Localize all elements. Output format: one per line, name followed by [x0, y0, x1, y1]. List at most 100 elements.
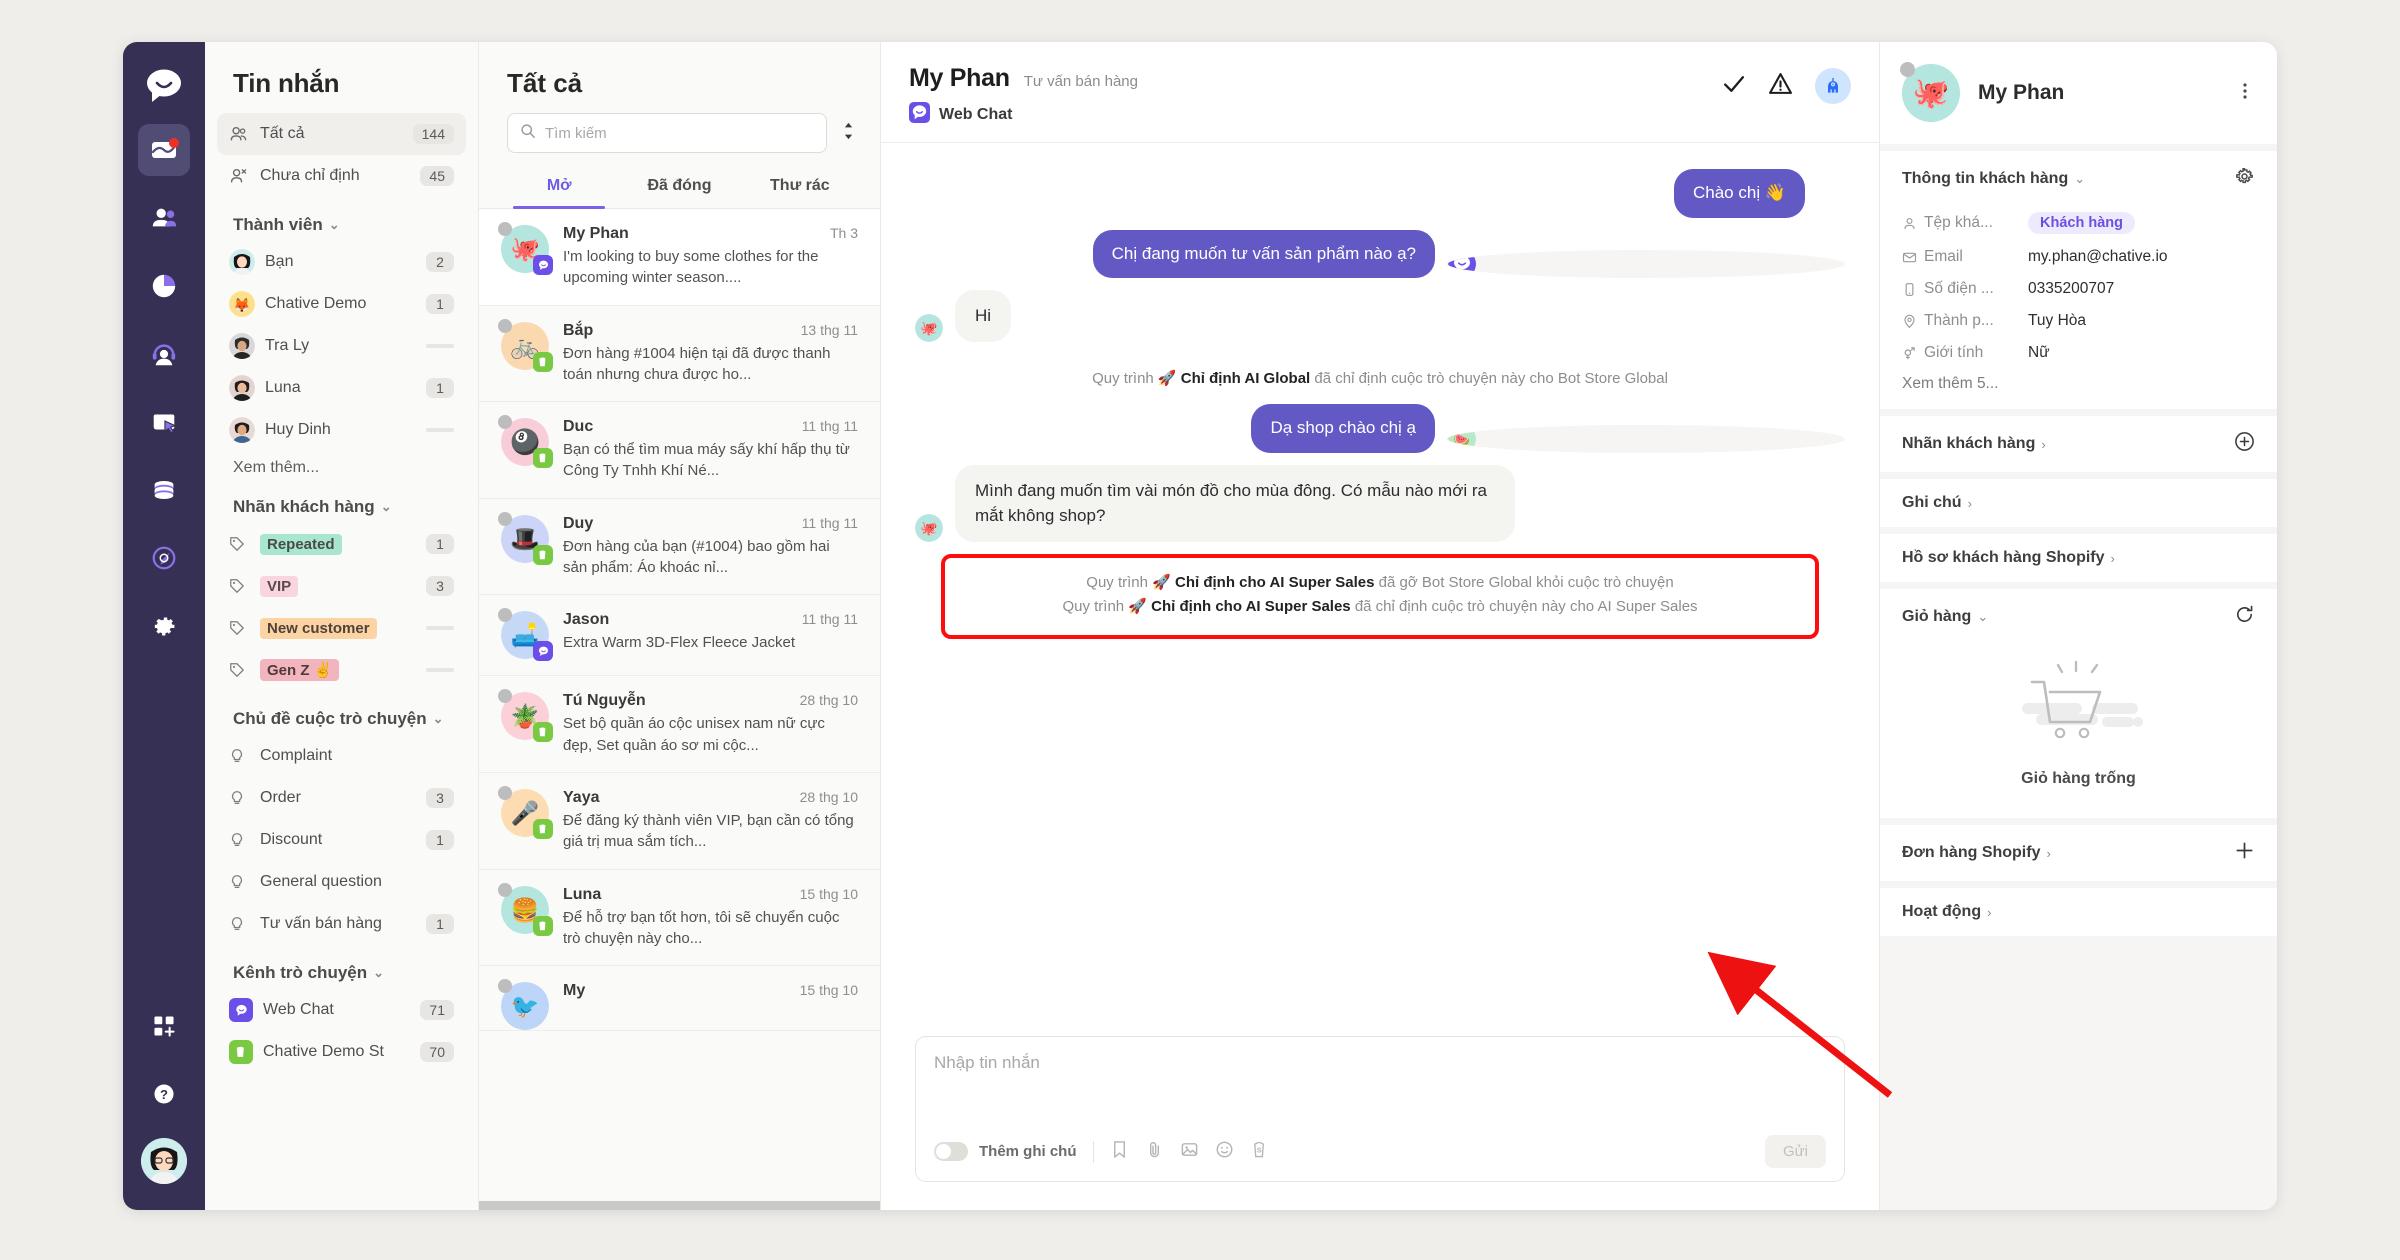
system-message: Quy trình 🚀 Chỉ định AI Global đã chỉ đị…: [915, 354, 1845, 405]
sidebar-item-count: 2: [426, 252, 454, 272]
list-item[interactable]: 🐦 My 15 thg 10: [479, 966, 880, 1032]
paperclip-icon[interactable]: [1145, 1140, 1164, 1164]
sidebar-topic-complaint[interactable]: Complaint: [217, 735, 466, 777]
rail-item-widgets[interactable]: [138, 396, 190, 448]
check-icon[interactable]: [1721, 71, 1746, 101]
sidebar-tag-repeated[interactable]: Repeated 1: [217, 523, 466, 565]
tag-icon: [229, 536, 251, 552]
search-input[interactable]: Tìm kiếm: [507, 113, 827, 153]
sidebar-section-topics[interactable]: Chủ đề cuộc trò chuyện ⌄: [205, 691, 478, 735]
bot-icon[interactable]: [1815, 68, 1851, 104]
sidebar-topic-order[interactable]: Order 3: [217, 777, 466, 819]
sidebar-channel-chative-demo-store[interactable]: Chative Demo St 70: [217, 1031, 466, 1073]
send-button[interactable]: Gửi: [1764, 1135, 1826, 1168]
chat-contact-name: My Phan: [909, 64, 1010, 92]
cart-header[interactable]: Giỏ hàng ⌄: [1880, 589, 2277, 645]
note-toggle[interactable]: [934, 1142, 968, 1161]
shopify-profile-section[interactable]: Hồ sơ khách hàng Shopify ›: [1880, 534, 2277, 582]
warning-triangle-icon[interactable]: [1768, 71, 1793, 101]
section-label: Hoạt động: [1902, 903, 1982, 920]
tab-closed[interactable]: Đã đóng: [619, 167, 739, 208]
message-input-placeholder[interactable]: Nhập tin nhắn: [934, 1053, 1826, 1073]
rail-item-settings[interactable]: [138, 600, 190, 652]
list-item-name: My Phan: [563, 225, 629, 242]
sidebar-channel-web-chat[interactable]: Web Chat 71: [217, 989, 466, 1031]
section-label: Chủ đề cuộc trò chuyện: [233, 709, 427, 728]
system-post: đã chỉ định cuộc trò chuyện này cho Bot …: [1310, 369, 1668, 387]
image-icon[interactable]: [1180, 1140, 1199, 1164]
tag-icon: [229, 620, 251, 636]
gear-icon[interactable]: [2234, 166, 2255, 192]
chevron-down-icon: ⌄: [432, 711, 444, 726]
message-composer[interactable]: Nhập tin nhắn Thêm ghi chú S Gửi: [915, 1036, 1845, 1182]
horizontal-scrollbar[interactable]: [479, 1201, 880, 1210]
list-item-preview: Bạn có thể tìm mua máy sấy khí hấp thụ t…: [563, 441, 850, 480]
sidebar-topic-tu-van-ban-hang[interactable]: Tư vấn bán hàng 1: [217, 903, 466, 945]
sort-icon[interactable]: [841, 121, 856, 146]
sidebar-member-you[interactable]: Bạn 2: [217, 241, 466, 283]
lightbulb-icon: [229, 874, 251, 890]
sidebar-item-unassigned[interactable]: Chưa chỉ định 45: [217, 155, 466, 197]
rail-item-agents[interactable]: [138, 328, 190, 380]
plus-circle-icon[interactable]: [2234, 431, 2255, 457]
sidebar-section-tags[interactable]: Nhãn khách hàng ⌄: [205, 479, 478, 523]
chevron-right-icon: ›: [1987, 904, 1992, 920]
list-item[interactable]: 🐙 My Phan Th 3 I'm looking to buy some c…: [479, 209, 880, 306]
system-bold: Chỉ định cho AI Super Sales: [1151, 598, 1351, 616]
rail-item-automation[interactable]: [138, 532, 190, 584]
sidebar-tag-vip[interactable]: VIP 3: [217, 565, 466, 607]
shopify-orders-section[interactable]: Đơn hàng Shopify ›: [1880, 825, 2277, 881]
list-item[interactable]: 🎱 Duc 11 thg 11 Bạn có thể tìm mua máy s…: [479, 402, 880, 499]
search-icon: [520, 123, 536, 144]
sidebar-item-label: Chative Demo: [265, 295, 367, 312]
rail-item-help[interactable]: ?: [138, 1068, 190, 1120]
avatar[interactable]: [141, 1138, 187, 1184]
bookmark-icon[interactable]: [1110, 1140, 1129, 1164]
rail-item-inbox[interactable]: [138, 124, 190, 176]
question-circle-icon: ?: [154, 1084, 174, 1104]
headset-icon: [152, 344, 176, 366]
rail-item-reports[interactable]: [138, 260, 190, 312]
sidebar-members-more[interactable]: Xem thêm...: [205, 451, 478, 479]
emoji-icon[interactable]: [1215, 1140, 1234, 1164]
list-item[interactable]: 🚲 Bắp 13 thg 11 Đơn hàng #1004 hiện tại …: [479, 306, 880, 403]
list-item-preview: Đơn hàng #1004 hiện tại đã được thanh to…: [563, 344, 831, 383]
activity-section[interactable]: Hoạt động ›: [1880, 888, 2277, 936]
sidebar-item-count: 45: [420, 166, 454, 186]
sidebar-member-huy-dinh[interactable]: Huy Dinh: [217, 409, 466, 451]
status-dot: [498, 222, 512, 236]
sidebar-topic-discount[interactable]: Discount 1: [217, 819, 466, 861]
list-item[interactable]: 🪴 Tú Nguyễn 28 thg 10 Set bộ quần áo cộc…: [479, 676, 880, 773]
rail-item-data[interactable]: [138, 464, 190, 516]
tab-spam[interactable]: Thư rác: [740, 167, 860, 208]
sidebar-tag-new-customer[interactable]: New customer: [217, 607, 466, 649]
rail-item-apps[interactable]: [138, 1000, 190, 1052]
gear-icon: [154, 617, 174, 635]
sidebar-tag-gen-z[interactable]: Gen Z ✌️: [217, 649, 466, 691]
notes-section[interactable]: Ghi chú ›: [1880, 479, 2277, 527]
rail-item-contacts[interactable]: [138, 192, 190, 244]
list-item-time: 13 thg 11: [800, 321, 858, 338]
list-item[interactable]: 🛋️ Jason 11 thg 11 Extra Warm 3D-Flex Fl…: [479, 595, 880, 677]
list-item[interactable]: 🎩 Duy 11 thg 11 Đơn hàng của bạn (#1004)…: [479, 499, 880, 596]
refresh-icon[interactable]: [2234, 604, 2255, 630]
chative-logo-icon[interactable]: [142, 64, 186, 108]
kebab-menu-icon[interactable]: [2235, 81, 2255, 106]
list-item[interactable]: 🎤 Yaya 28 thg 10 Để đăng ký thành viên V…: [479, 773, 880, 870]
sidebar-section-members[interactable]: Thành viên ⌄: [205, 197, 478, 241]
list-item[interactable]: 🍔 Luna 15 thg 10 Để hỗ trợ bạn tốt hơn, …: [479, 870, 880, 967]
sidebar-member-luna[interactable]: Luna 1: [217, 367, 466, 409]
chat-channel-name: Web Chat: [939, 106, 1013, 123]
shopify-icon[interactable]: S: [1250, 1140, 1269, 1164]
see-more-fields[interactable]: Xem thêm 5...: [1880, 371, 2277, 409]
sidebar-member-chative-demo[interactable]: 🦊 Chative Demo 1: [217, 283, 466, 325]
plus-icon[interactable]: [2234, 840, 2255, 866]
sidebar-section-channels[interactable]: Kênh trò chuyện ⌄: [205, 945, 478, 989]
sidebar-item-all[interactable]: Tất cả 144: [217, 113, 466, 155]
customer-info-header[interactable]: Thông tin khách hàng ⌄: [1880, 151, 2277, 207]
customer-tags-section[interactable]: Nhãn khách hàng ›: [1880, 416, 2277, 472]
list-item-name: Bắp: [563, 321, 594, 339]
tab-open[interactable]: Mở: [499, 167, 619, 209]
sidebar-member-tra-ly[interactable]: Tra Ly: [217, 325, 466, 367]
sidebar-topic-general-question[interactable]: General question: [217, 861, 466, 903]
